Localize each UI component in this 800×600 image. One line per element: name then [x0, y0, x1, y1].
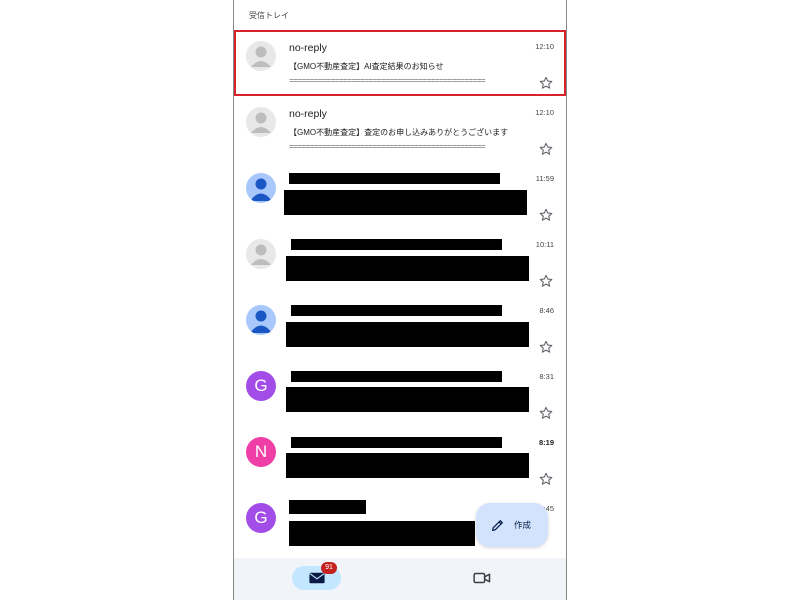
star-icon[interactable] [538, 207, 554, 223]
redacted-content [286, 322, 529, 347]
avatar [246, 173, 276, 203]
mail-icon [308, 572, 325, 584]
redacted-content [286, 387, 529, 412]
email-snippet: ========================================… [289, 142, 486, 151]
pencil-icon [492, 520, 503, 531]
redacted-sender [291, 437, 502, 448]
redacted-sender [291, 239, 502, 250]
email-snippet: ========================================… [289, 76, 486, 85]
star-icon[interactable] [538, 405, 554, 421]
video-icon [473, 572, 491, 584]
avatar [246, 107, 276, 137]
email-time: 12:10 [535, 42, 554, 51]
gmail-inbox-screen: 受信トレイ no-reply 【GMO不動産査定】AI査定結果のお知らせ ===… [233, 0, 567, 600]
redacted-content [286, 453, 529, 478]
redacted-sender [289, 173, 500, 184]
redacted-sender [291, 371, 502, 382]
email-row-redacted[interactable]: 11:59 [234, 162, 566, 228]
email-time: 12:10 [535, 108, 554, 117]
unread-count-badge: 91 [321, 562, 337, 574]
bottom-navigation: 91 [234, 558, 566, 600]
email-time: 10:11 [535, 240, 554, 249]
avatar-letter: N [246, 437, 276, 467]
avatar [246, 305, 276, 335]
person-icon [251, 112, 271, 133]
inbox-label: 受信トレイ [249, 11, 289, 20]
email-time: 8:31 [539, 372, 554, 381]
redacted-content [289, 521, 475, 546]
redacted-content [286, 256, 529, 281]
star-icon[interactable] [538, 471, 554, 487]
compose-button[interactable]: 作成 [476, 503, 548, 547]
person-icon [251, 244, 271, 265]
email-row-redacted[interactable]: 8:46 [234, 294, 566, 360]
email-subject: 【GMO不動産査定】査定のお申し込みありがとうございます [289, 128, 509, 137]
email-row-redacted[interactable]: N 8:19 [234, 426, 566, 492]
compose-label: 作成 [514, 520, 532, 530]
star-icon[interactable] [538, 339, 554, 355]
avatar-letter: G [246, 503, 276, 533]
avatar [246, 41, 276, 71]
star-icon[interactable] [538, 75, 554, 91]
email-subject: 【GMO不動産査定】AI査定結果のお知らせ [289, 62, 444, 71]
email-time: 8:19 [538, 438, 554, 447]
avatar [246, 239, 276, 269]
email-row-redacted[interactable]: G 8:31 [234, 360, 566, 426]
email-row-redacted[interactable]: 10:11 [234, 228, 566, 294]
star-icon[interactable] [538, 141, 554, 157]
email-sender: no-reply [289, 108, 327, 120]
email-time: 8:46 [539, 306, 554, 315]
email-time: 11:59 [535, 174, 554, 183]
meet-tab[interactable] [473, 570, 491, 586]
avatar-letter: G [246, 371, 276, 401]
redacted-content [284, 190, 527, 215]
star-icon[interactable] [538, 273, 554, 289]
redacted-sender [291, 305, 502, 316]
person-icon [251, 46, 271, 67]
email-row-application-thanks[interactable]: no-reply 【GMO不動産査定】査定のお申し込みありがとうございます ==… [234, 96, 566, 162]
email-sender: no-reply [289, 42, 327, 54]
person-icon [250, 310, 272, 333]
person-icon [250, 178, 272, 201]
email-row-ai-result[interactable]: no-reply 【GMO不動産査定】AI査定結果のお知らせ =========… [234, 30, 566, 96]
redacted-sender [289, 500, 366, 514]
